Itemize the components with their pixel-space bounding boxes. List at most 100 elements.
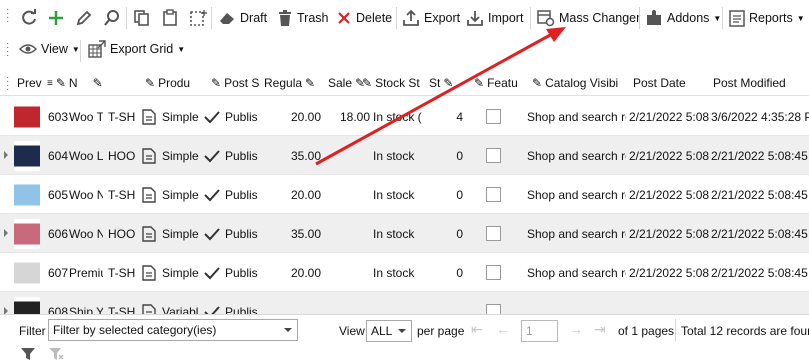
row-stock-qty[interactable]: 4 xyxy=(430,97,463,136)
next-page-button[interactable]: → xyxy=(569,321,583,337)
column-header-stock-status[interactable]: ✎ Stock St xyxy=(362,70,427,96)
export-grid-button[interactable]: Export Grid ▼ xyxy=(88,37,185,61)
row-post-date[interactable]: 2/21/2022 5:08: xyxy=(629,214,709,253)
column-header-preview[interactable]: Prev xyxy=(17,70,43,96)
row-status[interactable]: Publis xyxy=(225,253,265,292)
row-catalog-visibility[interactable]: Shop and search re xyxy=(527,97,626,136)
row-regular-price[interactable]: 20.00 xyxy=(268,175,321,214)
row-catalog-visibility[interactable]: Shop and search re xyxy=(527,136,626,175)
row-expand-icon[interactable] xyxy=(4,151,8,159)
row-name[interactable]: Premiu xyxy=(69,253,103,292)
row-post-modified[interactable] xyxy=(711,292,809,314)
prev-page-button[interactable]: ← xyxy=(496,321,510,337)
row-sale-price[interactable] xyxy=(326,253,370,292)
row-stock-status[interactable]: In stock xyxy=(373,175,422,214)
row-sale-price[interactable] xyxy=(326,292,370,314)
row-post-modified[interactable]: 3/6/2022 4:35:28 PM xyxy=(711,97,809,136)
row-regular-price[interactable]: 35.00 xyxy=(268,214,321,253)
row-name[interactable]: Woo N xyxy=(69,214,103,253)
row-catalog-visibility[interactable]: Shop and search re xyxy=(527,214,626,253)
table-row[interactable]: 605 Woo N T-SHI Simple Publis 20.00 In stock 0 S… xyxy=(0,175,809,214)
row-sku[interactable]: T-SHI xyxy=(108,175,136,214)
column-header-post-modified[interactable]: Post Modified xyxy=(713,70,809,96)
row-status[interactable]: Publis xyxy=(225,97,265,136)
featured-checkbox[interactable] xyxy=(486,226,501,241)
filter-icon[interactable] xyxy=(20,348,36,360)
table-row[interactable]: 607PremiuT-SHISimplePublis20.00In stock0… xyxy=(0,253,809,292)
row-stock-qty[interactable]: 0 xyxy=(430,214,463,253)
featured-checkbox[interactable] xyxy=(486,187,501,202)
row-post-modified[interactable]: 2/21/2022 5:08:45 P xyxy=(711,175,809,214)
row-stock-qty[interactable] xyxy=(430,292,463,314)
row-stock-status[interactable]: In stock ( xyxy=(373,97,422,136)
row-type[interactable]: Simple xyxy=(162,97,204,136)
trash-button[interactable]: Trash xyxy=(277,6,329,30)
row-regular-price[interactable]: 20.00 xyxy=(268,253,321,292)
row-expand-icon[interactable] xyxy=(4,307,8,314)
import-button[interactable]: Import xyxy=(466,6,523,30)
first-page-button[interactable]: ⇤ xyxy=(471,321,483,338)
row-post-date[interactable]: 2/21/2022 5:08: xyxy=(629,175,709,214)
row-sku[interactable]: T-SHI xyxy=(108,292,136,315)
column-header-post-date[interactable]: Post Date xyxy=(633,70,709,96)
view-menu-button[interactable]: View ▼ xyxy=(19,37,80,61)
row-status[interactable]: Publis xyxy=(225,175,265,214)
row-catalog-visibility[interactable]: Shop and search re xyxy=(527,253,626,292)
table-row[interactable]: 604 Woo L HOO Simple Publis 35.00 In stock 0 Sho… xyxy=(0,136,809,175)
row-sale-price[interactable]: 18.00 xyxy=(326,97,370,136)
table-row[interactable]: 608 Ship Y T-SHI Variabl Publis xyxy=(0,292,809,314)
row-sku[interactable]: HOO xyxy=(108,136,136,175)
row-type[interactable]: Simple xyxy=(162,175,204,214)
addons-button[interactable]: Addons ▼ xyxy=(645,6,721,30)
row-catalog-visibility[interactable] xyxy=(527,292,626,314)
row-sku[interactable]: T-SHI xyxy=(108,97,136,136)
row-type[interactable]: Simple xyxy=(162,253,204,292)
row-type[interactable]: Simple xyxy=(162,136,204,175)
row-sale-price[interactable] xyxy=(326,214,370,253)
row-sku[interactable]: HOO xyxy=(108,214,136,253)
edit-button[interactable] xyxy=(75,6,93,30)
column-header-stock-qty[interactable]: St ✎ xyxy=(429,70,463,96)
row-sale-price[interactable] xyxy=(326,136,370,175)
select-button[interactable] xyxy=(189,6,207,30)
row-type[interactable]: Simple xyxy=(162,214,204,253)
row-stock-qty[interactable]: 0 xyxy=(430,136,463,175)
row-post-modified[interactable]: 2/21/2022 5:08:45 P xyxy=(711,136,809,175)
row-catalog-visibility[interactable]: Shop and search re xyxy=(527,175,626,214)
column-header-name[interactable]: ✎ Produ xyxy=(145,70,221,96)
last-page-button[interactable]: ⇥ xyxy=(594,321,606,338)
row-type[interactable]: Variabl xyxy=(162,292,204,315)
row-regular-price[interactable]: 35.00 xyxy=(268,136,321,175)
category-filter-select[interactable]: Filter by selected category(ies) xyxy=(48,319,298,341)
row-stock-qty[interactable]: 0 xyxy=(430,253,463,292)
export-button[interactable]: Export xyxy=(402,6,460,30)
mass-changer-button[interactable]: Mass Changer xyxy=(537,6,640,30)
row-name[interactable]: Woo L xyxy=(69,136,103,175)
row-expand-icon[interactable] xyxy=(4,229,8,237)
featured-checkbox[interactable] xyxy=(486,304,501,314)
row-stock-status[interactable] xyxy=(373,292,422,314)
row-post-date[interactable]: 2/21/2022 5:08: xyxy=(629,136,709,175)
featured-checkbox[interactable] xyxy=(486,148,501,163)
refresh-button[interactable] xyxy=(20,6,38,30)
column-header-regular-price[interactable]: Regula ✎ xyxy=(264,70,324,96)
row-post-date[interactable] xyxy=(629,292,709,314)
draft-button[interactable]: Draft xyxy=(218,6,267,30)
row-sale-price[interactable] xyxy=(326,175,370,214)
row-status[interactable]: Publis xyxy=(225,214,265,253)
row-name[interactable]: Woo T xyxy=(69,97,103,136)
row-post-modified[interactable]: 2/21/2022 5:08:45 P xyxy=(711,214,809,253)
table-row[interactable]: 606 Woo N HOO Simple Publis 35.00 In stock 0 Sho… xyxy=(0,214,809,253)
row-status[interactable]: Publis xyxy=(225,136,265,175)
delete-button[interactable]: Delete xyxy=(336,6,392,30)
row-post-date[interactable]: 2/21/2022 5:08: xyxy=(629,97,709,136)
column-header-status[interactable]: ✎ Post S xyxy=(211,70,266,96)
row-stock-status[interactable]: In stock xyxy=(373,253,422,292)
row-post-date[interactable]: 2/21/2022 5:08: xyxy=(629,253,709,292)
add-button[interactable] xyxy=(47,6,65,30)
row-stock-status[interactable]: In stock xyxy=(373,136,422,175)
reports-button[interactable]: Reports ▼ xyxy=(729,6,805,30)
toolbar-grip[interactable]: · · · · xyxy=(6,39,9,61)
column-header-catalog-visibility[interactable]: ✎ Catalog Visibi xyxy=(532,70,628,96)
row-stock-status[interactable]: In stock xyxy=(373,214,422,253)
